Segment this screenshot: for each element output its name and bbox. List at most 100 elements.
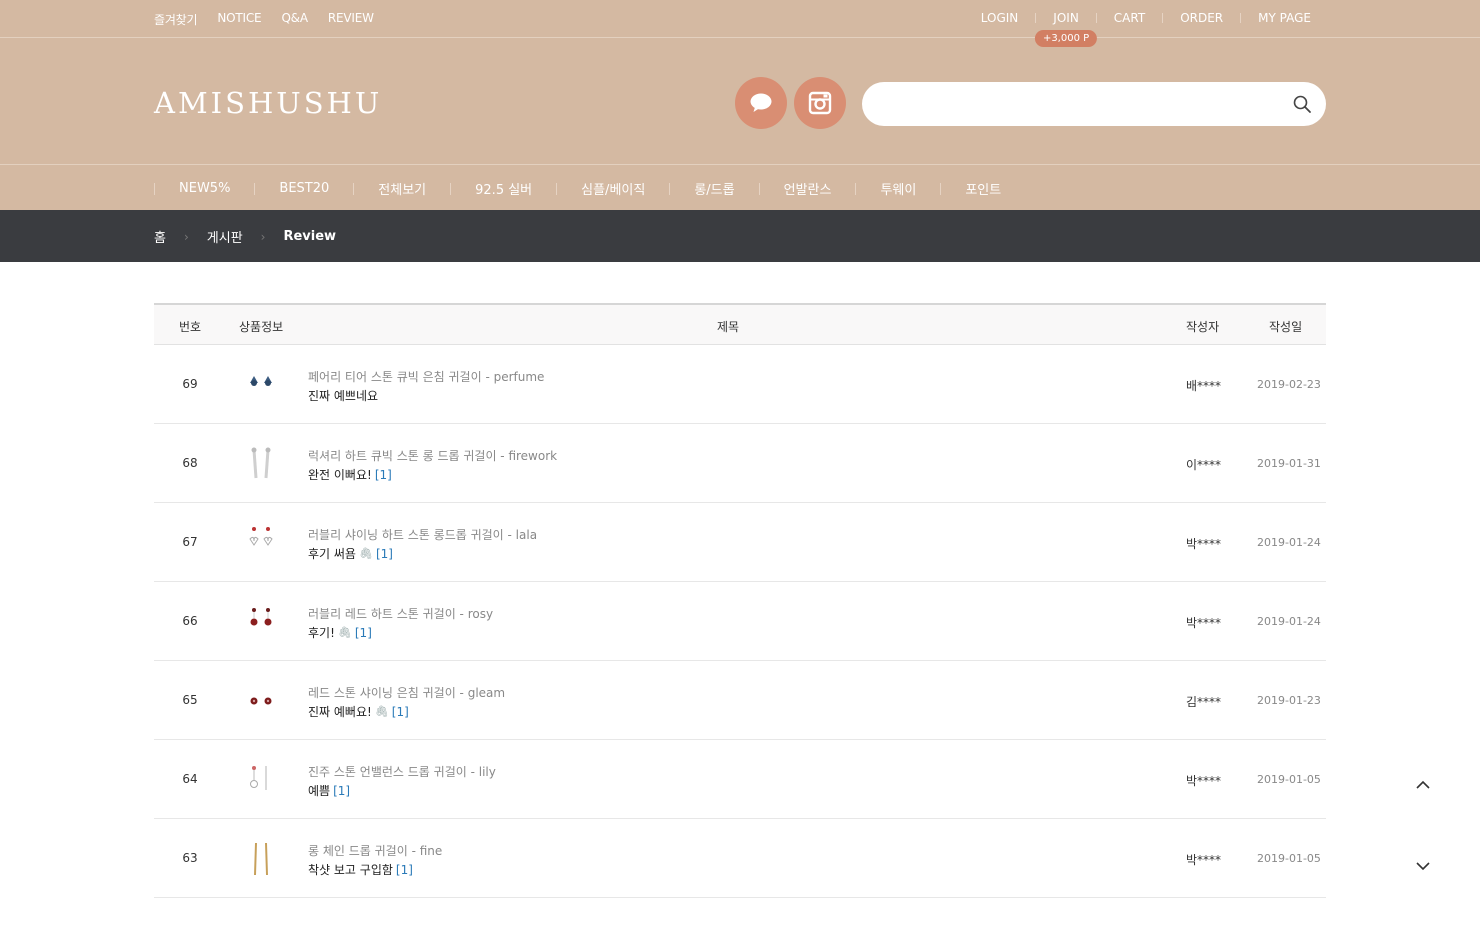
- bookmark-link[interactable]: 즐겨찾기: [154, 11, 198, 28]
- nav-item-all[interactable]: 전체보기: [354, 179, 450, 198]
- row-number: 63: [182, 851, 198, 865]
- search-icon[interactable]: [1292, 94, 1312, 114]
- subject-cell: 착샷 보고 구입함 [1]: [308, 861, 413, 878]
- attachment-icon: 🖇: [358, 547, 373, 560]
- product-name-link[interactable]: 러블리 샤이닝 하트 스톤 롱드롭 귀걸이 - lala: [308, 526, 537, 543]
- header-no: 번호: [179, 320, 202, 334]
- product-name-link[interactable]: 페어리 티어 스톤 큐빅 은침 귀걸이 - perfume: [308, 368, 544, 385]
- writer-name: 박****: [1186, 774, 1222, 788]
- breadcrumb: 홈 › 게시판 › Review: [154, 227, 336, 246]
- table-row: 63 롱 체인 드롭 귀걸이 - fine 착샷 보고 구입함 [1] 박**** 201…: [154, 819, 1326, 898]
- comment-count-link[interactable]: [1]: [333, 784, 350, 798]
- product-name-link[interactable]: 러블리 레드 하트 스톤 귀걸이 - rosy: [308, 605, 493, 622]
- post-date: 2019-01-24: [1257, 615, 1321, 628]
- header-product: 상품정보: [239, 320, 284, 334]
- post-date: 2019-01-31: [1257, 457, 1321, 470]
- product-thumbnail[interactable]: [238, 758, 282, 802]
- instagram-button[interactable]: [794, 77, 846, 129]
- breadcrumb-home[interactable]: 홈: [154, 227, 166, 246]
- row-number: 68: [182, 456, 198, 470]
- nav-item-point[interactable]: 포인트: [941, 179, 1025, 198]
- product-thumbnail[interactable]: [238, 442, 282, 486]
- top-links-right: LOGIN JOIN +3,000 P CART ORDER MY PAGE: [981, 11, 1311, 47]
- writer-name: 김****: [1186, 695, 1222, 709]
- subject-link[interactable]: 예쁨: [308, 782, 330, 799]
- nav-item-simple[interactable]: 심플/베이직: [557, 179, 669, 198]
- writer-name: 배****: [1186, 379, 1222, 393]
- attachment-icon: 🖇: [337, 626, 352, 639]
- search-input[interactable]: [882, 82, 1282, 126]
- breadcrumb-current: Review: [283, 229, 337, 244]
- table-row: 64 진주 스톤 언밸런스 드롭 귀걸이 - lily 예쁨 [1] 박**** 2019…: [154, 740, 1326, 819]
- subject-link[interactable]: 진짜 예쁘네요: [308, 387, 378, 404]
- qna-link[interactable]: Q&A: [281, 11, 308, 28]
- product-name-link[interactable]: 레드 스톤 샤이닝 은침 귀걸이 - gleam: [308, 684, 505, 701]
- subject-cell: 진짜 예뻐요! 🖇 [1]: [308, 703, 409, 720]
- product-thumbnail[interactable]: [238, 679, 282, 723]
- site-header: 즐겨찾기 NOTICE Q&A REVIEW LOGIN JOIN +3,000…: [0, 0, 1480, 210]
- cart-link[interactable]: CART: [1114, 11, 1145, 25]
- divider: [1162, 13, 1164, 23]
- subject-link[interactable]: 후기!: [308, 624, 335, 641]
- subject-link[interactable]: 착샷 보고 구입함: [308, 861, 393, 878]
- product-name-link[interactable]: 진주 스톤 언밸런스 드롭 귀걸이 - lily: [308, 763, 496, 780]
- notice-link[interactable]: NOTICE: [217, 11, 261, 28]
- product-name-link[interactable]: 럭셔리 하트 큐빅 스톤 롱 드롭 귀걸이 - firework: [308, 447, 557, 464]
- nav-item-twoway[interactable]: 투웨이: [856, 179, 940, 198]
- login-link[interactable]: LOGIN: [981, 11, 1019, 25]
- subject-link[interactable]: 진짜 예뻐요!: [308, 703, 372, 720]
- subject-cell: 후기! 🖇 [1]: [308, 624, 372, 641]
- subject-cell: 후기 써욤 🖇 [1]: [308, 545, 393, 562]
- breadcrumb-board[interactable]: 게시판: [207, 227, 243, 246]
- nav-item-new[interactable]: NEW5%: [155, 181, 254, 196]
- nav-item-best[interactable]: BEST20: [255, 181, 353, 196]
- post-date: 2019-01-05: [1257, 852, 1321, 865]
- product-thumbnail[interactable]: [238, 363, 282, 407]
- product-name-link[interactable]: 롱 체인 드롭 귀걸이 - fine: [308, 842, 442, 859]
- row-number: 64: [182, 772, 198, 786]
- scroll-bottom-button[interactable]: [1410, 853, 1436, 879]
- nav-item-unbalance[interactable]: 언발란스: [760, 179, 856, 198]
- product-thumbnail[interactable]: [238, 521, 282, 565]
- kakao-talk-button[interactable]: [735, 77, 787, 129]
- order-link[interactable]: ORDER: [1180, 11, 1223, 25]
- main-navigation: NEW5% BEST20 전체보기 92.5 실버 심플/베이직 롱/드롭 언발…: [0, 164, 1480, 210]
- site-logo[interactable]: AMISHUSHU: [154, 86, 382, 120]
- comment-count-link[interactable]: [1]: [396, 863, 413, 877]
- post-date: 2019-01-05: [1257, 773, 1321, 786]
- writer-name: 박****: [1186, 853, 1222, 867]
- divider: [1240, 13, 1242, 23]
- table-row: 69 페어리 티어 스톤 큐빅 은침 귀걸이 - perfume 진짜 예쁘네요 배*…: [154, 345, 1326, 424]
- breadcrumb-bar: 홈 › 게시판 › Review: [0, 210, 1480, 262]
- instagram-icon: [808, 91, 832, 115]
- subject-cell: 예쁨 [1]: [308, 782, 350, 799]
- chevron-up-icon: [1416, 780, 1430, 789]
- comment-count-link[interactable]: [1]: [392, 705, 409, 719]
- post-date: 2019-02-23: [1257, 378, 1321, 391]
- comment-count-link[interactable]: [1]: [375, 468, 392, 482]
- row-number: 67: [182, 535, 198, 549]
- speech-bubble-icon: [750, 93, 772, 112]
- subject-link[interactable]: 완전 이뻐요!: [308, 466, 372, 483]
- product-thumbnail[interactable]: [238, 600, 282, 644]
- table-body: 69 페어리 티어 스톤 큐빅 은침 귀걸이 - perfume 진짜 예쁘네요 배*…: [154, 345, 1326, 898]
- mypage-link[interactable]: MY PAGE: [1258, 11, 1311, 25]
- subject-link[interactable]: 후기 써욤: [308, 545, 356, 562]
- header-writer: 작성자: [1186, 320, 1220, 334]
- subject-cell: 진짜 예쁘네요: [308, 387, 378, 404]
- post-date: 2019-01-23: [1257, 694, 1321, 707]
- comment-count-link[interactable]: [1]: [376, 547, 393, 561]
- header-date: 작성일: [1269, 320, 1303, 334]
- row-number: 65: [182, 693, 198, 707]
- nav-item-silver[interactable]: 92.5 실버: [451, 179, 556, 198]
- join-link[interactable]: JOIN: [1053, 11, 1079, 25]
- comment-count-link[interactable]: [1]: [355, 626, 372, 640]
- join-points-badge: +3,000 P: [1034, 30, 1098, 47]
- scroll-top-button[interactable]: [1410, 772, 1436, 798]
- nav-item-long-drop[interactable]: 롱/드롭: [670, 179, 758, 198]
- writer-name: 박****: [1186, 616, 1222, 630]
- subject-cell: 완전 이뻐요! [1]: [308, 466, 392, 483]
- product-thumbnail[interactable]: [238, 837, 282, 881]
- review-link[interactable]: REVIEW: [328, 11, 374, 28]
- divider: [1035, 13, 1037, 23]
